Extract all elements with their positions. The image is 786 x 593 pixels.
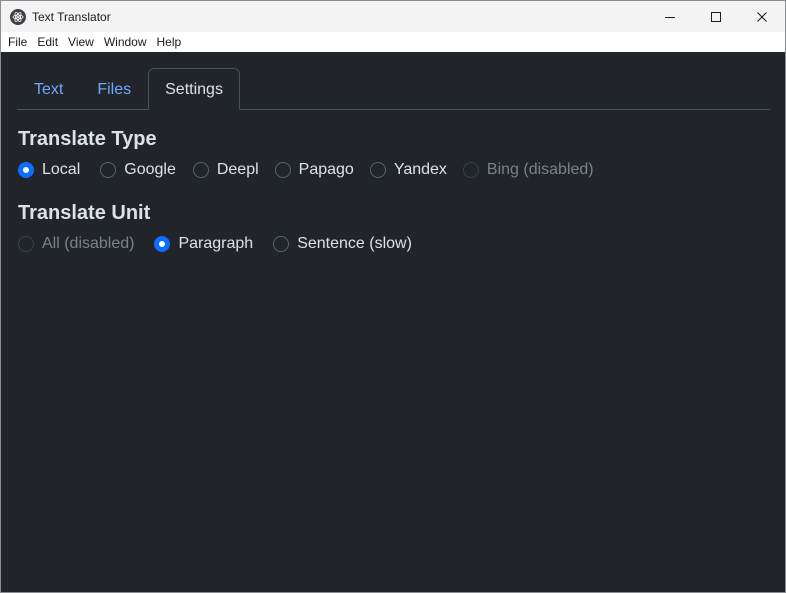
radio-label: Google — [124, 161, 176, 178]
translate-unit-options: All (disabled) Paragraph Sentence (slow) — [18, 234, 428, 254]
minimize-icon — [665, 16, 675, 18]
radio-label: Deepl — [216, 161, 259, 178]
app-window: Text Translator File Edit View Window He… — [0, 0, 786, 593]
window-controls — [647, 1, 785, 32]
radio-paragraph[interactable]: Paragraph — [154, 235, 253, 253]
menu-view[interactable]: View — [63, 32, 99, 52]
close-button[interactable] — [739, 1, 785, 32]
translate-type-options: Local Google Deepl Papago Yandex Bing (d… — [18, 160, 610, 180]
radio-button[interactable] — [18, 162, 34, 178]
translate-type-heading: Translate Type — [18, 128, 157, 150]
radio-button[interactable] — [274, 162, 291, 178]
maximize-icon — [711, 11, 721, 22]
menu-help[interactable]: Help — [152, 32, 187, 52]
radio-button[interactable] — [369, 162, 386, 178]
radio-button[interactable] — [273, 236, 290, 252]
radio-sentence[interactable]: Sentence (slow) — [273, 235, 412, 253]
translate-unit-heading: Translate Unit — [18, 202, 151, 224]
radio-button — [462, 162, 479, 178]
radio-button[interactable] — [100, 162, 117, 178]
radio-button[interactable] — [154, 236, 171, 252]
radio-papago[interactable]: Papago — [274, 161, 354, 179]
minimize-button[interactable] — [647, 1, 693, 32]
tab-settings[interactable]: Settings — [148, 68, 240, 110]
menu-file[interactable]: File — [3, 32, 32, 52]
menu-window[interactable]: Window — [99, 32, 152, 52]
close-icon — [757, 11, 767, 22]
radio-all: All (disabled) — [18, 235, 134, 253]
main-content: Text Files Settings Translate Type Local… — [1, 52, 785, 592]
radio-label: Yandex — [393, 161, 447, 178]
window-title: Text Translator — [32, 9, 111, 24]
radio-label: Local — [42, 161, 81, 178]
radio-label: Bing (disabled) — [486, 161, 594, 178]
tab-bar: Text Files Settings — [17, 68, 770, 110]
radio-bing: Bing (disabled) — [462, 161, 594, 179]
radio-local[interactable]: Local — [18, 161, 80, 179]
title-bar[interactable]: Text Translator — [1, 1, 785, 32]
electron-atom-icon — [10, 8, 26, 25]
radio-deepl[interactable]: Deepl — [192, 161, 259, 179]
maximize-button[interactable] — [693, 1, 739, 32]
radio-label: Paragraph — [178, 235, 254, 252]
radio-yandex[interactable]: Yandex — [369, 161, 447, 179]
radio-label: Papago — [298, 161, 354, 178]
tab-text[interactable]: Text — [17, 68, 80, 110]
menu-bar: File Edit View Window Help — [1, 32, 785, 52]
radio-label: Sentence (slow) — [297, 235, 412, 252]
menu-edit[interactable]: Edit — [32, 32, 63, 52]
radio-label: All (disabled) — [42, 235, 135, 252]
radio-button[interactable] — [192, 162, 209, 178]
radio-button — [18, 236, 34, 252]
radio-google[interactable]: Google — [100, 161, 176, 179]
tab-files[interactable]: Files — [80, 68, 148, 110]
